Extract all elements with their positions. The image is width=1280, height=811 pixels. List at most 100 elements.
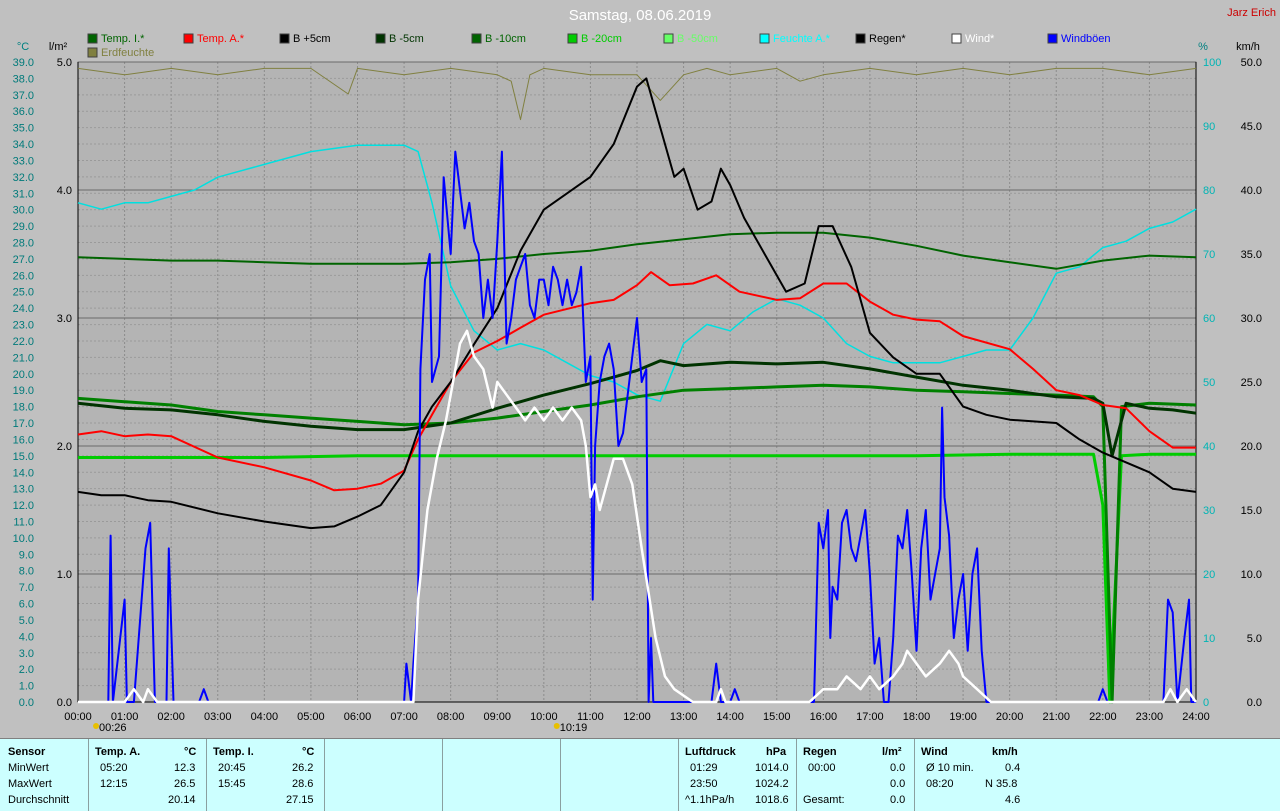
rain-row1-label: 00:00 (808, 762, 836, 774)
sun-time-label: 10:19 (560, 722, 588, 734)
temp-tick-label: 26.0 (13, 270, 34, 282)
pct-tick-label: 0 (1203, 697, 1209, 709)
kmh-tick-label: 0.0 (1247, 697, 1262, 709)
time-tick-label: 06:00 (344, 711, 372, 723)
temp-a-average: 20.14 (168, 794, 196, 806)
temp-a-max-time: 12:15 (100, 778, 128, 790)
temp-tick-label: 36.0 (13, 106, 34, 118)
rain-tick-label: 2.0 (57, 441, 72, 453)
rain-total-value: 0.0 (890, 794, 906, 806)
temp-tick-label: 9.0 (19, 549, 34, 561)
pressure-min-time: 01:29 (690, 762, 718, 774)
temp-i-average: 27.15 (286, 794, 314, 806)
temp-a-max-value: 26.5 (174, 778, 196, 790)
temp-tick-label: 19.0 (13, 385, 34, 397)
temp-i-unit: °C (302, 746, 315, 758)
pressure-max-value: 1024.2 (755, 778, 789, 790)
legend-swatch (855, 33, 866, 44)
temp-i-max-time: 15:45 (218, 778, 246, 790)
kmh-tick-label: 40.0 (1241, 185, 1262, 197)
row-label-sensor: Sensor (8, 746, 46, 758)
pressure-unit: hPa (766, 746, 787, 758)
legend-label: B -50cm (677, 33, 718, 45)
pct-tick-label: 20 (1203, 569, 1215, 581)
pressure-min-value: 1014.0 (755, 762, 789, 774)
legend-label: Temp. I.* (101, 33, 145, 45)
time-tick-label: 10:00 (530, 711, 558, 723)
row-label-avg: Durchschnitt (8, 794, 70, 806)
legend-swatch (471, 33, 482, 44)
rain-row2-value: 0.0 (890, 778, 906, 790)
temp-tick-label: 28.0 (13, 238, 34, 250)
legend-swatch (567, 33, 578, 44)
temp-tick-label: 32.0 (13, 172, 34, 184)
pct-tick-label: 80 (1203, 185, 1215, 197)
legend-swatch (87, 47, 98, 58)
pct-tick-label: 30 (1203, 505, 1215, 517)
wind-row1-value: 0.4 (1005, 762, 1021, 774)
rain-tick-label: 4.0 (57, 185, 72, 197)
temp-tick-label: 33.0 (13, 155, 34, 167)
rain-total-label: Gesamt: (803, 794, 845, 806)
chart-title: Samstag, 08.06.2019 (569, 7, 712, 24)
legend-label: Wind* (965, 33, 995, 45)
temp-tick-label: 21.0 (13, 352, 34, 364)
time-tick-label: 19:00 (949, 711, 977, 723)
pct-tick-label: 90 (1203, 121, 1215, 133)
wind-unit: km/h (992, 746, 1018, 758)
rain-unit: l/m² (882, 746, 902, 758)
row-label-min: MinWert (8, 762, 49, 774)
legend-label: Erdfeuchte (101, 47, 154, 59)
time-tick-label: 22:00 (1089, 711, 1117, 723)
temp-unit-label: °C (17, 41, 29, 53)
temp-tick-label: 20.0 (13, 369, 34, 381)
temp-i-max-value: 28.6 (292, 778, 314, 790)
legend-swatch (663, 33, 674, 44)
wind-average: 4.6 (1005, 794, 1021, 806)
statistics-table: Sensor MinWert MaxWert Durchschnitt Temp… (0, 738, 1280, 811)
temp-tick-label: 30.0 (13, 205, 34, 217)
time-tick-label: 00:00 (64, 711, 92, 723)
legend-label: Temp. A.* (197, 33, 245, 45)
pct-tick-label: 40 (1203, 441, 1215, 453)
author-label: Jarz Erich (1227, 7, 1276, 19)
rain-tick-label: 1.0 (57, 569, 72, 581)
wind-row2-value: N 35.8 (985, 778, 1018, 790)
sun-time-label: 00:26 (99, 722, 127, 734)
legend-swatch (375, 33, 386, 44)
rain-tick-label: 3.0 (57, 313, 72, 325)
legend-swatch (279, 33, 290, 44)
temp-tick-label: 17.0 (13, 418, 34, 430)
temp-tick-label: 31.0 (13, 188, 34, 200)
temp-tick-label: 29.0 (13, 221, 34, 233)
temp-tick-label: 11.0 (13, 516, 34, 528)
temp-a-unit: °C (184, 746, 197, 758)
temp-tick-label: 22.0 (13, 336, 34, 348)
rain-tick-label: 0.0 (57, 697, 72, 709)
time-tick-label: 23:00 (1136, 711, 1164, 723)
temp-tick-label: 2.0 (19, 664, 34, 676)
temp-a-min-value: 12.3 (174, 762, 196, 774)
temp-tick-label: 10.0 (13, 533, 34, 545)
legend-label: Feuchte A.* (773, 33, 831, 45)
kmh-tick-label: 15.0 (1241, 505, 1262, 517)
legend-swatch (951, 33, 962, 44)
legend-label: B -10cm (485, 33, 526, 45)
temp-tick-label: 14.0 (13, 467, 34, 479)
kmh-tick-label: 30.0 (1241, 313, 1262, 325)
sun-markers: 00:26 10:19 (93, 722, 587, 734)
rain-header: Regen (803, 746, 837, 758)
time-tick-label: 16:00 (810, 711, 838, 723)
legend-label: B -5cm (389, 33, 424, 45)
kmh-tick-label: 35.0 (1241, 249, 1262, 261)
temp-tick-label: 27.0 (13, 254, 34, 266)
legend-label: Windböen (1061, 33, 1111, 45)
wind-header: Wind (921, 746, 948, 758)
pressure-header: Luftdruck (685, 746, 736, 758)
temp-tick-label: 38.0 (13, 73, 34, 85)
pct-tick-label: 100 (1203, 57, 1221, 69)
temp-i-min-time: 20:45 (218, 762, 246, 774)
kmh-tick-label: 10.0 (1241, 569, 1262, 581)
time-tick-label: 20:00 (996, 711, 1024, 723)
time-tick-label: 09:00 (483, 711, 511, 723)
